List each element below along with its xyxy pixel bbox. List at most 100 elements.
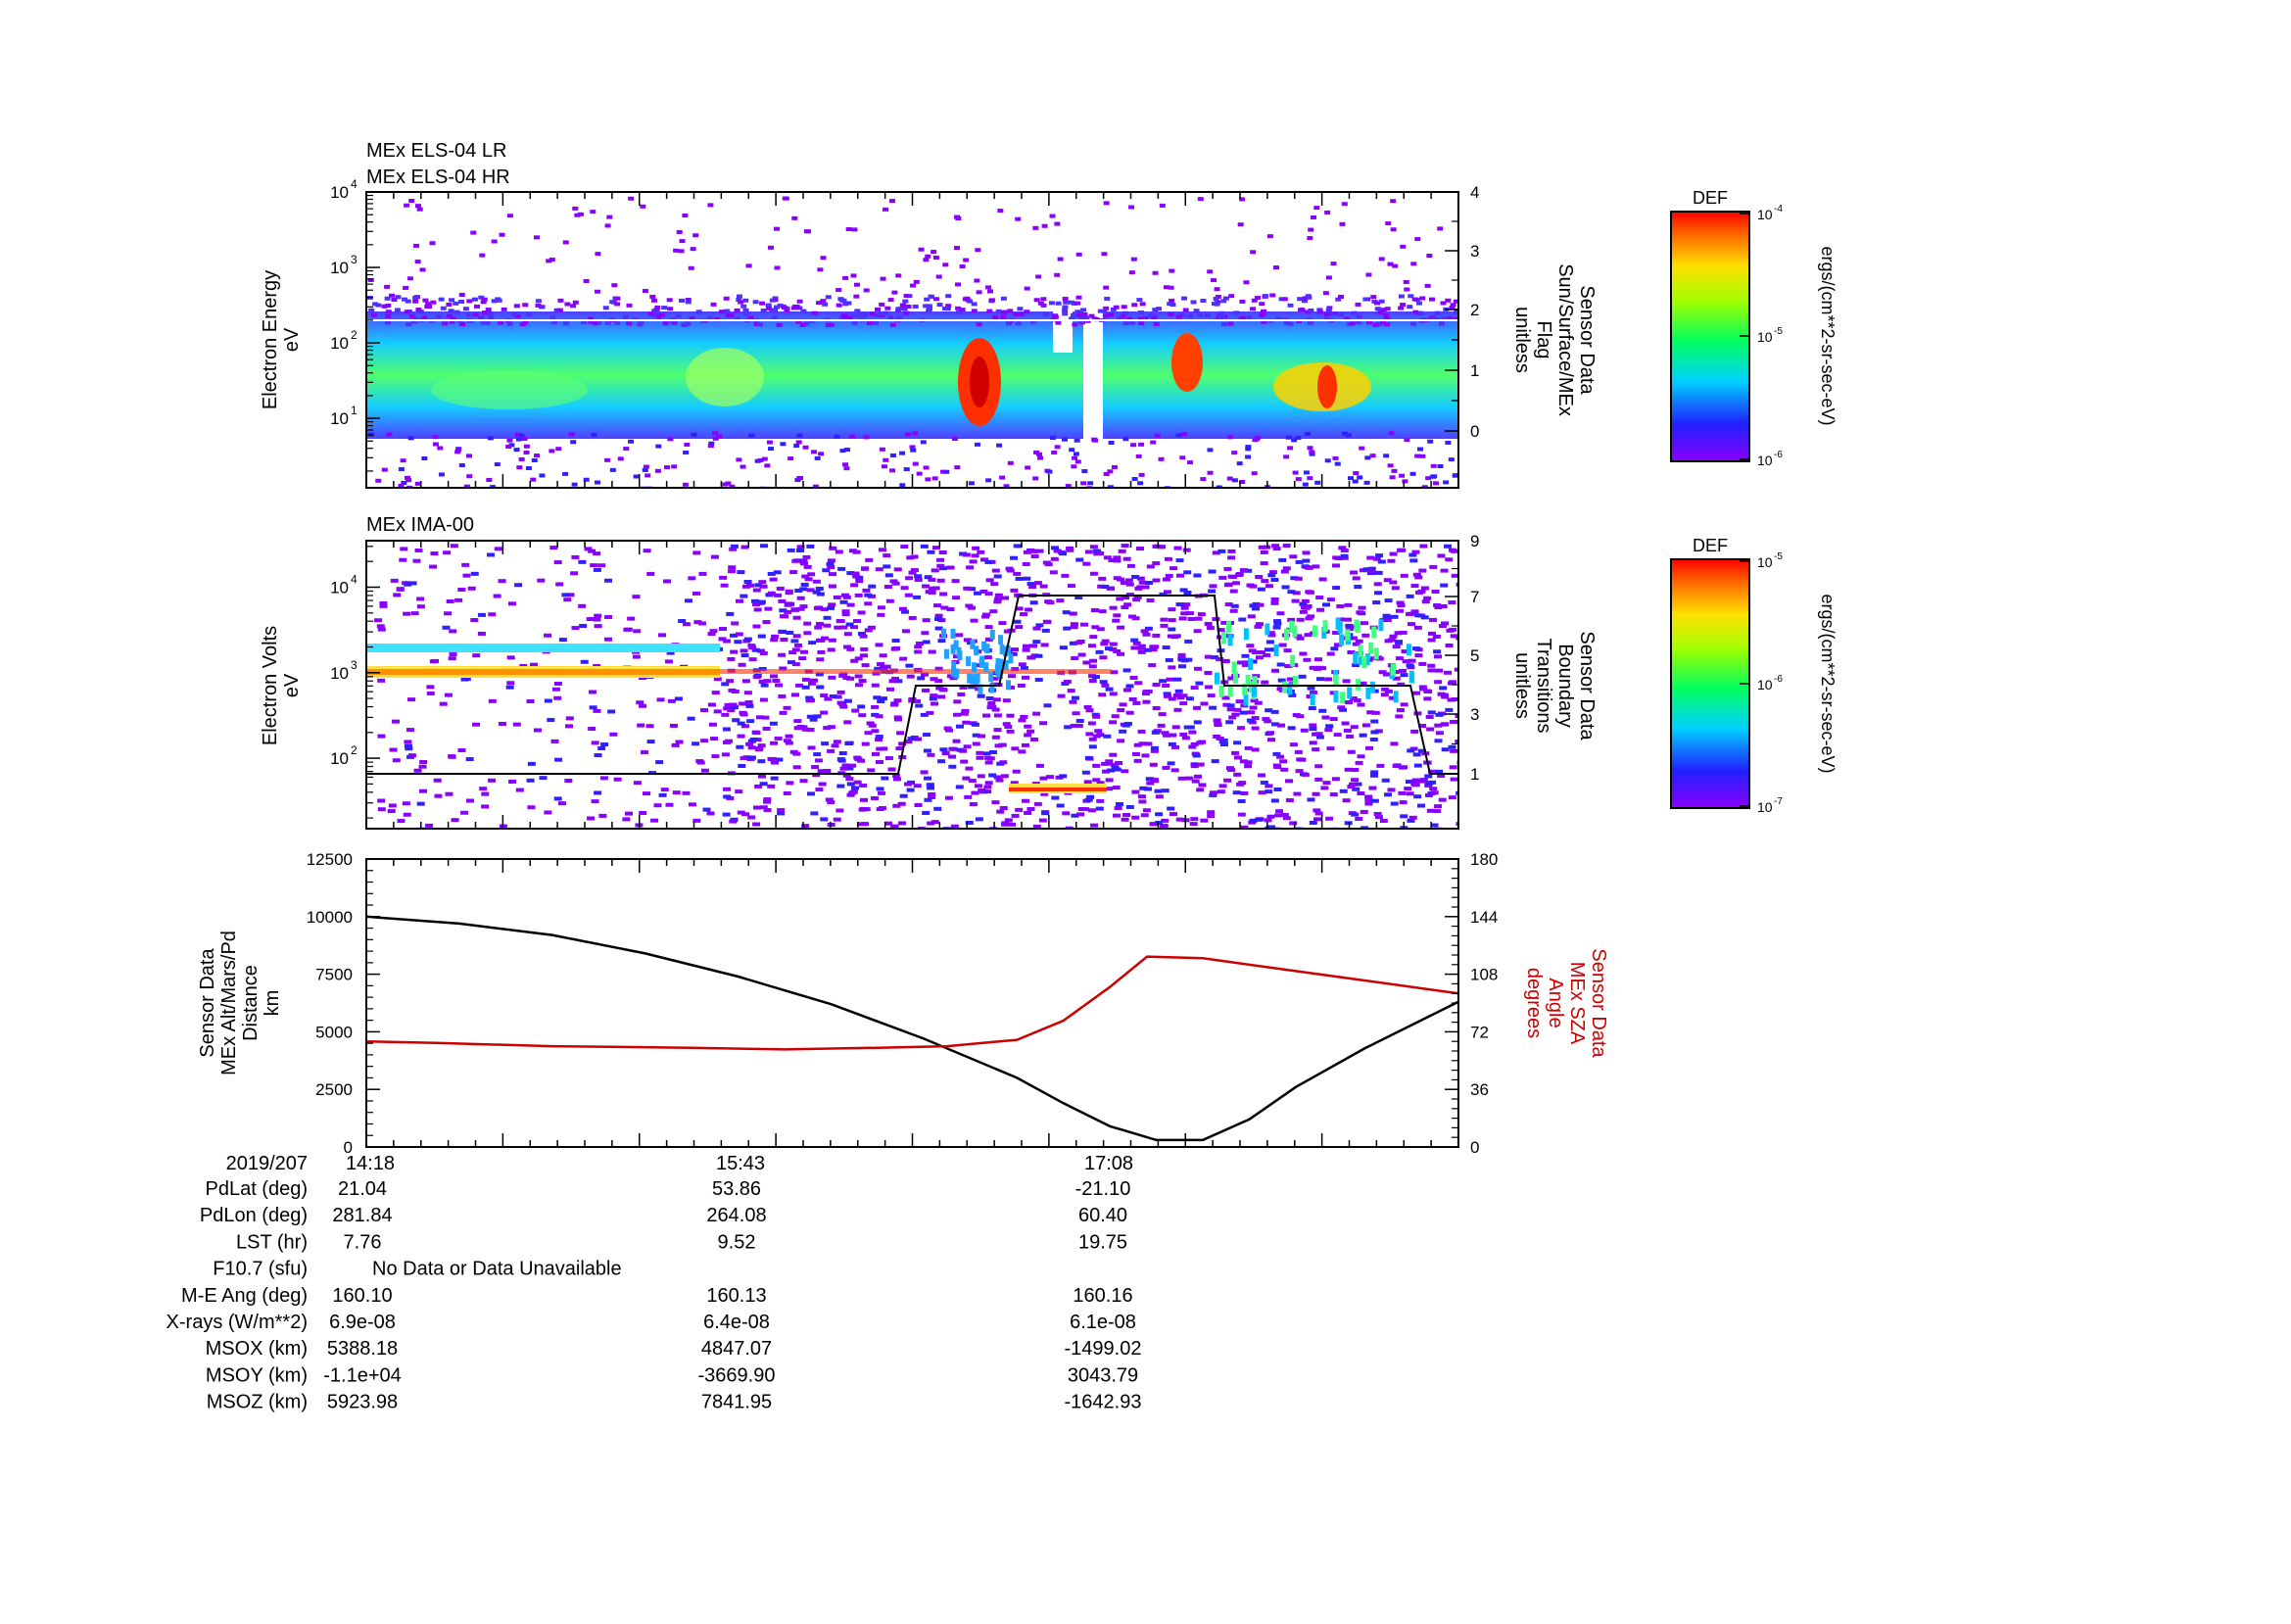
ima-pixel xyxy=(1413,763,1422,768)
els-pixel xyxy=(711,431,718,436)
els-pixel xyxy=(987,289,994,294)
els-pixel xyxy=(465,312,472,317)
colorbar-2-tick-label: 10 xyxy=(1757,554,1773,570)
els-pixel xyxy=(602,306,609,310)
ima-pixel xyxy=(1237,812,1246,817)
els-pixel xyxy=(472,312,479,317)
els-pixel xyxy=(1200,477,1207,482)
panel3-left-tick-label: 5000 xyxy=(315,1023,353,1041)
ima-pixel xyxy=(762,726,771,731)
ima-pixel xyxy=(1333,733,1342,738)
ima-pixel xyxy=(446,599,454,604)
ima-pixel xyxy=(1023,576,1031,581)
ima-pixel xyxy=(571,626,580,631)
ima-pixel xyxy=(809,678,818,683)
ima-pixel xyxy=(470,571,479,576)
ima-pixel xyxy=(641,750,649,755)
els-pixel xyxy=(1228,294,1235,299)
ima-pixel xyxy=(1095,649,1104,654)
els-pixel xyxy=(385,310,392,314)
ima-pixel xyxy=(1233,740,1242,745)
ima-pixel xyxy=(800,649,809,654)
ima-pixel xyxy=(871,751,880,756)
els-pixel xyxy=(1204,313,1211,318)
ima-pixel xyxy=(936,578,945,583)
panel1-right-tick-label: 3 xyxy=(1470,242,1479,261)
els-pixel xyxy=(1072,322,1078,327)
ima-pixel xyxy=(412,558,421,563)
panel3-ylabel-right-4: degrees xyxy=(1523,968,1545,1038)
ima-pixel xyxy=(665,802,674,807)
els-pixel xyxy=(530,477,537,482)
ima-pixel xyxy=(908,615,917,620)
ima-pixel xyxy=(1185,611,1194,616)
els-pixel xyxy=(1437,226,1444,231)
els-pixel xyxy=(1412,310,1419,314)
els-pixel xyxy=(1389,475,1396,480)
els-pixel xyxy=(513,448,520,453)
els-pixel xyxy=(1054,221,1061,226)
ima-pixel xyxy=(977,549,985,554)
ima-pixel xyxy=(990,582,999,587)
els-pixel xyxy=(1384,322,1391,327)
ima-pixel xyxy=(1356,610,1364,615)
panel3-lines xyxy=(365,915,1459,1142)
ephemeris-value: 6.9e-08 xyxy=(329,1312,396,1333)
altitude-line xyxy=(365,915,1459,1142)
ima-pixel xyxy=(400,547,408,551)
colorbar-1-tick-label: 10 xyxy=(1757,207,1773,222)
ima-pixel xyxy=(1224,582,1233,587)
ima-pixel xyxy=(1174,689,1183,693)
els-pixel xyxy=(767,245,774,250)
ima-pixel xyxy=(939,747,948,752)
ima-pixel xyxy=(827,605,835,610)
ima-pixel xyxy=(1316,607,1325,612)
ima-pixel xyxy=(1307,797,1315,802)
panel2-left-tick-label: 10 xyxy=(330,664,349,683)
ima-pixel xyxy=(639,811,647,816)
ima-pixel xyxy=(1273,765,1282,770)
ima-pixel xyxy=(1280,813,1289,818)
ima-pixel xyxy=(1445,707,1454,712)
ima-pixel xyxy=(1318,577,1327,582)
ima-pixel xyxy=(976,755,984,760)
ima-pixel xyxy=(588,727,597,732)
els-pixel xyxy=(903,467,910,472)
els-pixel xyxy=(1370,295,1377,300)
ima-pixel xyxy=(757,634,766,639)
els-pixel xyxy=(1325,308,1332,312)
ima-pixel xyxy=(1266,814,1275,819)
ima-pixel xyxy=(955,785,964,789)
els-pixel xyxy=(1307,236,1313,241)
els-pixel xyxy=(837,297,844,302)
ephemeris-value: 160.10 xyxy=(332,1285,392,1307)
els-pixel xyxy=(626,303,633,308)
ima-pixel xyxy=(1193,666,1202,671)
panel1-right-tick-label: 1 xyxy=(1470,361,1479,380)
els-pixel xyxy=(368,432,375,437)
ima-pixel xyxy=(1344,617,1353,622)
ima-pixel xyxy=(747,815,756,820)
ima-pixel xyxy=(984,559,993,564)
ima-pixel xyxy=(729,702,738,707)
els-pixel xyxy=(679,239,686,244)
els-pixel xyxy=(899,483,906,488)
els-pixel xyxy=(375,303,382,308)
els-warm-region xyxy=(686,348,764,406)
ima-pixel xyxy=(735,789,743,794)
ima-pixel xyxy=(1129,676,1138,681)
colorbar-2-tick-label: 10 xyxy=(1757,677,1773,693)
ima-pixel xyxy=(1351,778,1360,783)
els-pixel xyxy=(495,297,501,302)
ima-pixel xyxy=(561,593,570,597)
ima-pixel xyxy=(786,630,794,635)
ima-pixel xyxy=(1002,698,1011,703)
els-pixel xyxy=(1213,297,1219,302)
ima-pixel xyxy=(1383,792,1392,797)
ima-pixel xyxy=(1400,814,1408,819)
ima-pixel xyxy=(594,790,602,795)
ima-pixel xyxy=(767,571,776,576)
els-hot-spot xyxy=(1171,333,1203,392)
ephemeris-value: -3669.90 xyxy=(698,1364,776,1386)
ima-pixel xyxy=(636,700,644,705)
